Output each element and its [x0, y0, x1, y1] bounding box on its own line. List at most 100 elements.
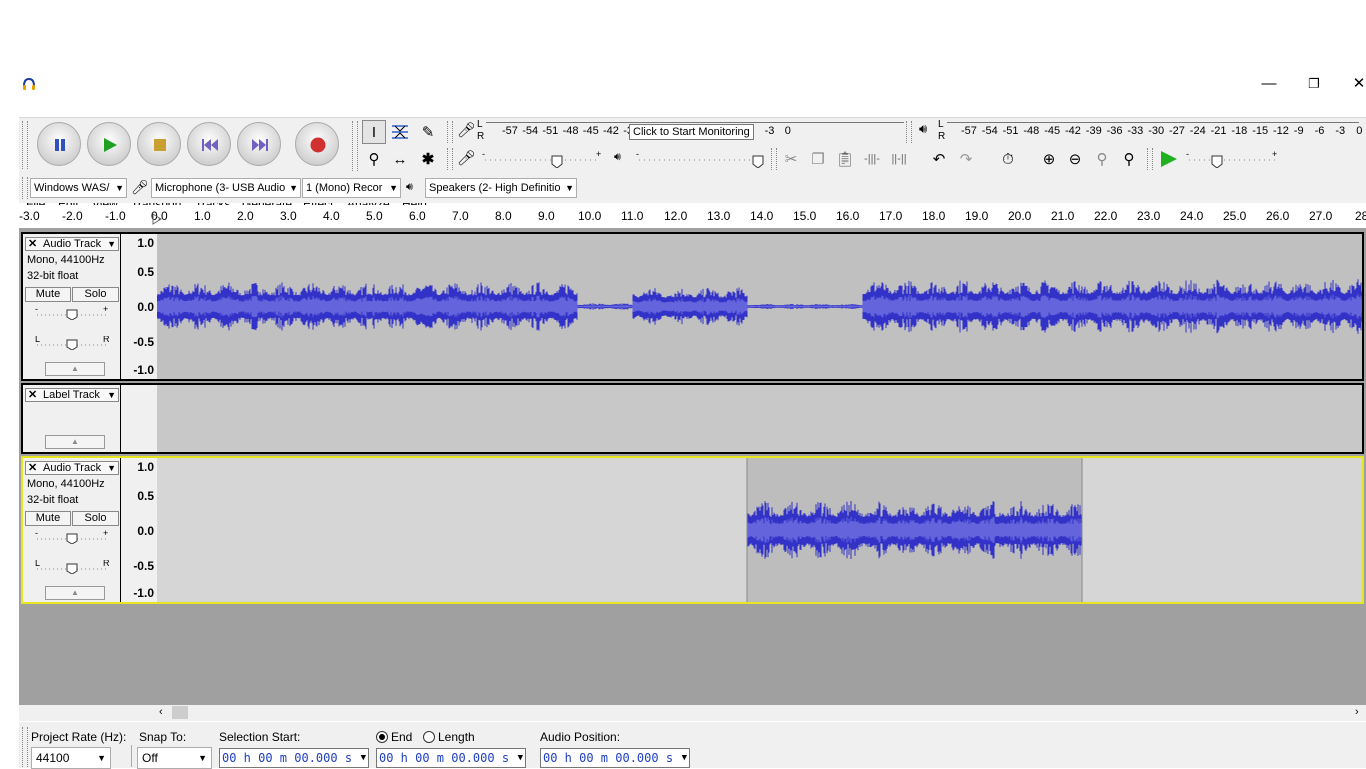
play-button[interactable] — [87, 122, 131, 166]
mute-button[interactable]: Mute — [25, 511, 71, 526]
timeshift-tool-button[interactable]: ↔ — [388, 147, 412, 171]
skip-to-start-button[interactable] — [187, 122, 231, 166]
toolbar-grip[interactable] — [447, 121, 453, 143]
toolbar-grip[interactable] — [447, 148, 453, 170]
redo-icon: ↷ — [959, 151, 973, 168]
track-name-menu[interactable]: ✕ Audio Track ▼ — [25, 461, 119, 475]
toolbar-grip[interactable] — [352, 121, 358, 171]
solo-button[interactable]: Solo — [72, 287, 119, 302]
meter-tick-label: -45 — [582, 125, 599, 137]
ruler-tick-label: 24.0 — [1180, 209, 1204, 223]
recording-channels-select[interactable]: 1 (Mono) Recor ▼ — [302, 178, 401, 198]
selection-tool-button[interactable]: I — [362, 120, 386, 144]
fit-selection-button[interactable]: ⚲ — [1090, 147, 1114, 171]
zoom-in-button[interactable]: ⊕ — [1037, 147, 1061, 171]
track-name-menu[interactable]: ✕ Audio Track ▼ — [25, 237, 119, 251]
chevron-down-icon: ▼ — [360, 753, 366, 763]
playback-device-select[interactable]: Speakers (2- High Definitio ▼ — [425, 178, 577, 198]
meter-tick-label: -3 — [1335, 125, 1346, 137]
svg-text:R: R — [103, 560, 109, 568]
minimize-button[interactable]: — — [1254, 74, 1284, 94]
record-meter-mic-icon[interactable]: 🎤︎ — [457, 121, 476, 139]
ruler-tick-label: 11.0 — [621, 209, 644, 223]
vertical-scale[interactable]: 1.0 0.5 0.0 -0.5 -1.0 — [121, 458, 157, 602]
pan-slider[interactable]: LR — [35, 336, 109, 350]
waveform-area[interactable] — [157, 458, 1362, 602]
playback-volume-slider[interactable]: - — [636, 150, 766, 168]
zoom-tool-button[interactable]: ⚲ — [362, 147, 386, 171]
skip-to-end-button[interactable] — [237, 122, 281, 166]
toolbar-grip[interactable] — [22, 121, 28, 169]
gain-slider[interactable]: - + — [35, 306, 109, 320]
gain-slider[interactable]: - + — [35, 530, 109, 544]
draw-tool-button[interactable]: ✎ — [416, 120, 440, 144]
collapse-track-button[interactable]: ▲ — [45, 435, 105, 449]
stop-icon — [154, 139, 166, 151]
selection-start-field[interactable]: 00 h 00 m 00.000 s ▼ — [219, 748, 369, 768]
selection-end-field[interactable]: 00 h 00 m 00.000 s ▼ — [376, 748, 526, 768]
meter-tick-label: -54 — [522, 125, 539, 137]
pause-icon — [55, 139, 65, 151]
recording-volume-slider[interactable]: - + — [482, 150, 606, 168]
cut-button[interactable]: ✂ — [779, 147, 803, 171]
length-radio[interactable] — [423, 731, 435, 743]
record-button[interactable] — [295, 122, 339, 166]
pan-slider[interactable]: LR — [35, 560, 109, 574]
copy-button[interactable]: ❐ — [806, 147, 830, 171]
multi-tool-button[interactable]: ✱ — [416, 147, 440, 171]
close-track-icon: ✕ — [28, 462, 38, 474]
project-rate-select[interactable]: 44100 ▼ — [31, 747, 111, 769]
meter-tick-label: -54 — [981, 125, 998, 137]
toolbar-grip[interactable] — [771, 148, 777, 170]
redo-button[interactable]: ↷ — [954, 147, 978, 171]
collapse-track-button[interactable]: ▲ — [45, 362, 105, 376]
timeline-ruler[interactable] — [19, 205, 1366, 227]
ruler-tick-label: 1.0 — [194, 209, 211, 223]
stop-button[interactable] — [137, 122, 181, 166]
silence-button[interactable]: ||-|| — [887, 147, 911, 171]
audio-host-select[interactable]: Windows WAS/▼ — [30, 178, 127, 198]
fit-project-button[interactable]: ⚲ — [1117, 147, 1141, 171]
play-meter-speaker-icon[interactable]: 🔊︎ — [919, 121, 927, 137]
sync-lock-button[interactable]: ⏱ — [996, 147, 1020, 171]
waveform-area[interactable] — [156, 234, 1363, 379]
recording-device-select[interactable]: Microphone (3- USB Audio ▼ — [151, 178, 301, 198]
paste-button[interactable]: 📋︎ — [833, 147, 857, 171]
trim-button[interactable]: -|||- — [860, 147, 884, 171]
end-radio[interactable] — [376, 731, 388, 743]
audio-position-field[interactable]: 00 h 00 m 00.000 s ▼ — [540, 748, 690, 768]
scrollbar-thumb[interactable] — [172, 706, 188, 719]
zoom-out-button[interactable]: ⊖ — [1063, 147, 1087, 171]
envelope-icon — [392, 125, 408, 139]
maximize-button[interactable]: ❐ — [1299, 74, 1329, 94]
play-speed-slider[interactable]: - + — [1186, 150, 1281, 168]
meter-tick-label: 0 — [1356, 125, 1363, 137]
audio-track-2[interactable]: ✕ Audio Track ▼ Mono, 44100Hz 32-bit float… — [21, 456, 1364, 604]
collapse-track-button[interactable]: ▲ — [45, 586, 105, 600]
horizontal-scrollbar[interactable]: ‹ › — [19, 705, 1366, 721]
track-name-menu[interactable]: ✕ Label Track ▼ — [25, 388, 119, 402]
label-track-spacer — [121, 385, 157, 452]
audio-track-1[interactable]: ✕ Audio Track ▼ Mono, 44100Hz 32-bit float… — [21, 232, 1364, 381]
undo-button[interactable]: ↶ — [927, 147, 951, 171]
envelope-tool-button[interactable] — [388, 120, 412, 144]
svg-text:+: + — [103, 530, 108, 538]
scissors-icon: ✂ — [784, 151, 798, 168]
scroll-left-icon[interactable]: ‹ — [159, 706, 163, 718]
toolbar-grip[interactable] — [22, 177, 28, 199]
play-at-speed-button[interactable] — [1159, 149, 1179, 169]
solo-button[interactable]: Solo — [72, 511, 119, 526]
scroll-right-icon[interactable]: › — [1355, 706, 1359, 718]
toolbar-grip[interactable] — [906, 121, 912, 143]
label-track[interactable]: ✕ Label Track ▼ ▲ — [21, 383, 1364, 454]
toolbar-grip[interactable] — [22, 727, 28, 767]
snap-to-select[interactable]: Off ▼ — [137, 747, 212, 769]
zoom-in-icon: ⊕ — [1042, 151, 1056, 168]
close-button[interactable]: ✕ — [1344, 74, 1366, 94]
toolbar-grip[interactable] — [1147, 148, 1153, 170]
pause-button[interactable] — [37, 122, 81, 166]
vertical-scale[interactable]: 1.0 0.5 0.0 -0.5 -1.0 — [121, 234, 157, 379]
double-arrow-icon: ↔ — [392, 150, 408, 168]
mute-button[interactable]: Mute — [25, 287, 71, 302]
label-area[interactable] — [157, 385, 1362, 452]
